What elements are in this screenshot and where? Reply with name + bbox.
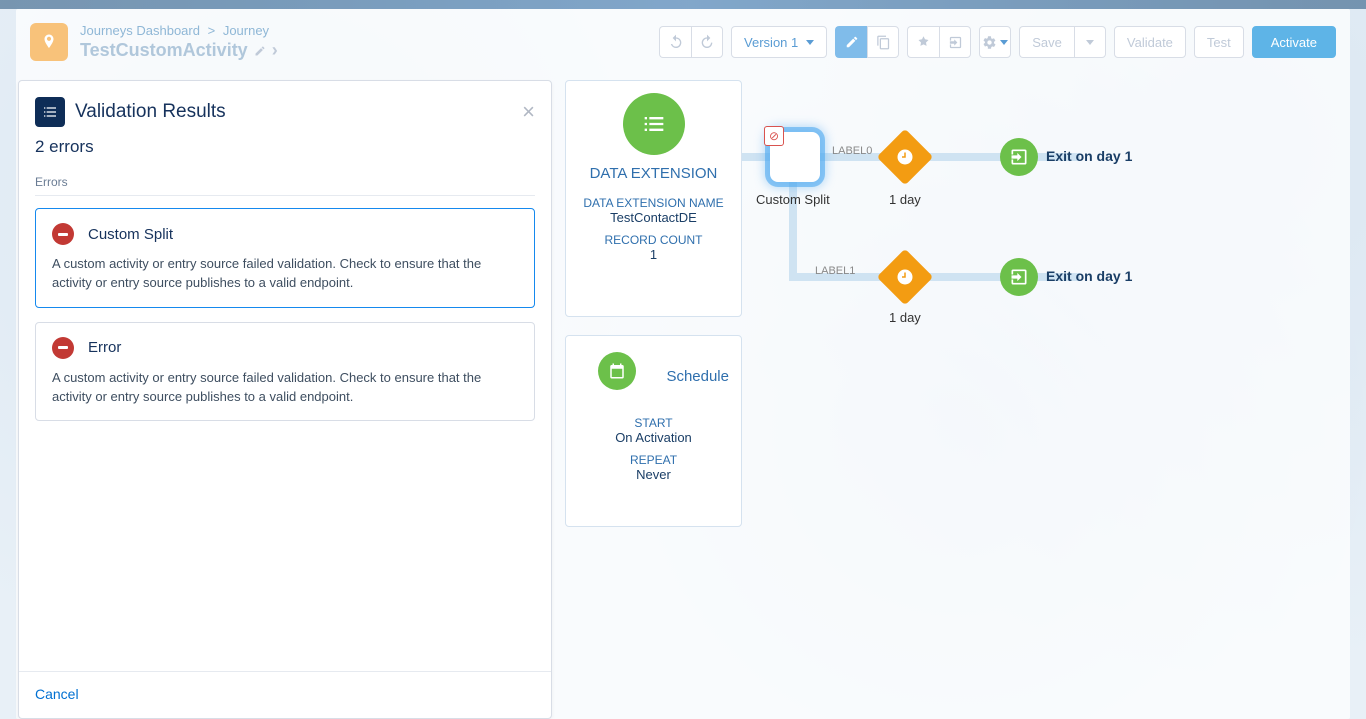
journey-title: TestCustomActivity bbox=[80, 40, 248, 61]
version-dropdown[interactable]: Version 1 bbox=[731, 26, 827, 58]
datasource-name-value: TestContactDE bbox=[566, 210, 741, 225]
exit-node-0[interactable] bbox=[1000, 138, 1038, 176]
error-icon bbox=[52, 337, 74, 359]
validation-icon bbox=[35, 97, 65, 127]
settings-button[interactable] bbox=[979, 26, 1011, 58]
wait-label-0: 1 day bbox=[889, 192, 921, 207]
error-icon bbox=[52, 223, 74, 245]
exit-criteria-button[interactable] bbox=[939, 26, 971, 58]
error-title: Custom Split bbox=[88, 226, 173, 243]
exit-label-0: Exit on day 1 bbox=[1046, 148, 1132, 164]
datasource-card[interactable]: DATA EXTENSION DATA EXTENSION NAME TestC… bbox=[565, 80, 742, 317]
exit-label-1: Exit on day 1 bbox=[1046, 268, 1132, 284]
save-button[interactable]: Save bbox=[1019, 26, 1074, 58]
journey-icon bbox=[30, 23, 68, 61]
datasource-name-label: DATA EXTENSION NAME bbox=[566, 196, 741, 210]
chevron-right-icon[interactable]: › bbox=[272, 40, 278, 61]
error-desc: A custom activity or entry source failed… bbox=[52, 255, 518, 293]
edit-title-icon[interactable] bbox=[254, 45, 266, 57]
error-card[interactable]: Custom Split A custom activity or entry … bbox=[35, 208, 535, 308]
path-label-1: LABEL1 bbox=[815, 265, 855, 277]
caret-down-icon bbox=[806, 40, 814, 45]
breadcrumb: Journeys Dashboard > Journey bbox=[80, 23, 278, 38]
exit-node-1[interactable] bbox=[1000, 258, 1038, 296]
record-count-value: 1 bbox=[566, 247, 741, 262]
errors-section-label: Errors bbox=[35, 175, 535, 196]
breadcrumb-dashboard[interactable]: Journeys Dashboard bbox=[80, 23, 200, 38]
redo-button[interactable] bbox=[691, 26, 723, 58]
schedule-repeat-label: REPEAT bbox=[578, 453, 729, 467]
undo-button[interactable] bbox=[659, 26, 691, 58]
schedule-repeat-value: Never bbox=[578, 467, 729, 482]
schedule-card[interactable]: Schedule START On Activation REPEAT Neve… bbox=[565, 335, 742, 527]
activate-button[interactable]: Activate bbox=[1252, 26, 1336, 58]
custom-split-node[interactable]: ⊘ bbox=[770, 132, 820, 182]
save-dropdown-button[interactable] bbox=[1074, 26, 1106, 58]
custom-split-label: Custom Split bbox=[756, 192, 830, 207]
breadcrumb-journey[interactable]: Journey bbox=[223, 23, 269, 38]
path-label-0: LABEL0 bbox=[832, 145, 872, 157]
error-title: Error bbox=[88, 339, 121, 356]
error-desc: A custom activity or entry source failed… bbox=[52, 369, 518, 407]
schedule-heading: Schedule bbox=[666, 368, 729, 385]
test-button[interactable]: Test bbox=[1194, 26, 1244, 58]
record-count-label: RECORD COUNT bbox=[566, 233, 741, 247]
datasource-heading: DATA EXTENSION bbox=[566, 165, 741, 182]
wait-node-1[interactable] bbox=[877, 249, 934, 306]
caret-down-icon bbox=[1000, 40, 1008, 45]
wait-label-1: 1 day bbox=[889, 310, 921, 325]
validation-title: Validation Results bbox=[75, 101, 226, 123]
validate-button[interactable]: Validate bbox=[1114, 26, 1186, 58]
journey-canvas[interactable]: ⊘ Custom Split LABEL0 LABEL1 1 day 1 day… bbox=[742, 80, 1336, 719]
validation-summary: 2 errors bbox=[35, 137, 535, 157]
schedule-start-value: On Activation bbox=[578, 430, 729, 445]
node-error-icon: ⊘ bbox=[764, 126, 784, 146]
schedule-icon bbox=[598, 352, 636, 390]
validation-panel: Validation Results × 2 errors Errors Cus… bbox=[18, 80, 552, 719]
schedule-start-label: START bbox=[578, 416, 729, 430]
wait-node-0[interactable] bbox=[877, 129, 934, 186]
data-extension-icon bbox=[623, 93, 685, 155]
close-icon[interactable]: × bbox=[522, 101, 535, 123]
goal-button[interactable] bbox=[907, 26, 939, 58]
header-bar: Journeys Dashboard > Journey TestCustomA… bbox=[30, 20, 1336, 64]
cancel-link[interactable]: Cancel bbox=[35, 686, 79, 702]
edit-mode-button[interactable] bbox=[835, 26, 867, 58]
error-card[interactable]: Error A custom activity or entry source … bbox=[35, 322, 535, 422]
copy-button[interactable] bbox=[867, 26, 899, 58]
